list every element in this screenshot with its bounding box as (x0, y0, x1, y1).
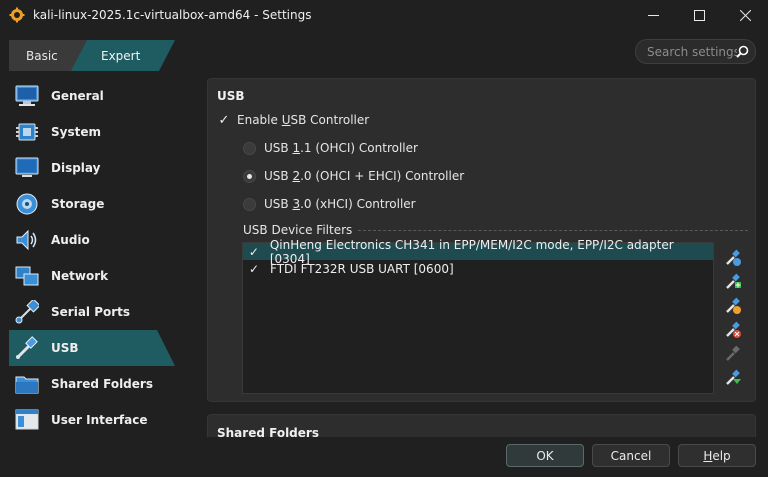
filter-checkbox[interactable]: ✓ (247, 262, 261, 276)
ok-button[interactable]: OK (506, 444, 584, 467)
speaker-icon (14, 227, 40, 253)
add-from-device-button[interactable] (724, 273, 742, 291)
monitor-icon (14, 83, 40, 109)
settings-sidebar: General System Display Storage Audio Net… (9, 78, 175, 438)
sidebar-item-label: Storage (51, 197, 105, 211)
sidebar-item-shared-folders[interactable]: Shared Folders (9, 366, 175, 402)
window-icon (14, 407, 40, 433)
window-title: kali-linux-2025.1c-virtualbox-amd64 - Se… (33, 8, 312, 22)
add-filter-icon (726, 249, 741, 266)
enable-usb-controller-checkbox[interactable]: ✓ Enable USB Controller (217, 112, 370, 128)
dialog-footer: OK Cancel Help (0, 437, 768, 477)
filter-label: FTDI FT232R USB UART [0600] (270, 261, 454, 276)
add-filter-button[interactable] (724, 249, 742, 267)
move-up-button[interactable] (724, 345, 742, 363)
sidebar-item-serial-ports[interactable]: Serial Ports (9, 294, 175, 330)
filters-label: USB Device Filters (243, 223, 353, 237)
search-input[interactable] (647, 44, 737, 59)
search-box (635, 39, 756, 64)
sidebar-item-audio[interactable]: Audio (9, 222, 175, 258)
radio-button-icon (243, 141, 256, 155)
sidebar-item-user-interface[interactable]: User Interface (9, 402, 175, 438)
disk-icon (14, 191, 40, 217)
sidebar-item-system[interactable]: System (9, 114, 175, 150)
sidebar-item-label: Shared Folders (51, 377, 153, 391)
filter-row[interactable]: ✓ QinHeng Electronics CH341 in EPP/MEM/I… (243, 238, 713, 266)
usb-settings-panel: USB ✓ Enable USB Controller USB 1.1 (OHC… (207, 78, 756, 402)
move-down-button[interactable] (724, 369, 742, 387)
tab-expert[interactable]: Expert (71, 40, 175, 71)
close-button[interactable] (722, 0, 768, 30)
minimize-button[interactable] (630, 0, 676, 30)
maximize-button[interactable] (676, 0, 722, 30)
cancel-button[interactable]: Cancel (592, 444, 670, 467)
help-button[interactable]: Help (678, 444, 756, 467)
sidebar-item-label: User Interface (51, 413, 148, 427)
separator-line (358, 229, 748, 231)
usb-3-0-radio[interactable]: USB 3.0 (xHCI) Controller (243, 197, 416, 211)
filter-checkbox[interactable]: ✓ (247, 245, 261, 259)
sidebar-item-label: Display (51, 161, 101, 175)
sidebar-item-label: Network (51, 269, 109, 283)
sidebar-item-display[interactable]: Display (9, 150, 175, 186)
remove-filter-icon (726, 321, 741, 338)
folder-icon (14, 371, 40, 397)
filter-toolbar (724, 249, 742, 393)
move-up-icon (726, 345, 740, 361)
edit-filter-icon (726, 297, 741, 314)
sidebar-item-label: General (51, 89, 104, 103)
usb-filter-list[interactable]: ✓ QinHeng Electronics CH341 in EPP/MEM/I… (242, 238, 714, 394)
usb-1-1-radio[interactable]: USB 1.1 (OHCI) Controller (243, 141, 418, 155)
usb-2-0-radio[interactable]: USB 2.0 (OHCI + EHCI) Controller (243, 169, 464, 183)
radio-button-icon (243, 197, 256, 211)
add-from-device-icon (726, 273, 741, 289)
minimize-icon (647, 14, 659, 16)
usb-device-filters-header: USB Device Filters (243, 223, 748, 237)
chip-icon (14, 119, 40, 145)
title-bar: kali-linux-2025.1c-virtualbox-amd64 - Se… (0, 0, 768, 30)
radio-label: USB 2.0 (OHCI + EHCI) Controller (264, 169, 465, 183)
checkmark-icon: ✓ (218, 112, 230, 128)
sidebar-item-usb[interactable]: USB (9, 330, 175, 366)
sidebar-item-network[interactable]: Network (9, 258, 175, 294)
sidebar-item-label: Serial Ports (51, 305, 131, 319)
sidebar-item-label: Audio (51, 233, 90, 247)
section-title: USB (217, 89, 245, 103)
radio-label: USB 3.0 (xHCI) Controller (264, 197, 416, 211)
sidebar-item-label: System (51, 125, 101, 139)
maximize-icon (693, 9, 705, 21)
radio-button-selected-icon (243, 169, 256, 183)
sidebar-item-label: USB (51, 341, 79, 355)
move-down-icon (726, 369, 741, 385)
usb-icon (14, 335, 40, 361)
display-icon (14, 155, 40, 181)
sidebar-item-general[interactable]: General (9, 78, 175, 114)
network-icon (14, 263, 40, 289)
remove-filter-button[interactable] (724, 321, 742, 339)
enable-usb-label: Enable USB Controller (237, 113, 370, 127)
close-icon (739, 9, 751, 21)
sidebar-item-storage[interactable]: Storage (9, 186, 175, 222)
serial-port-icon (14, 299, 40, 325)
edit-filter-button[interactable] (724, 297, 742, 315)
search-icon (736, 45, 749, 58)
radio-label: USB 1.1 (OHCI) Controller (264, 141, 418, 155)
mode-tabs: Basic Expert (9, 40, 175, 71)
virtualbox-app-icon (9, 7, 25, 23)
